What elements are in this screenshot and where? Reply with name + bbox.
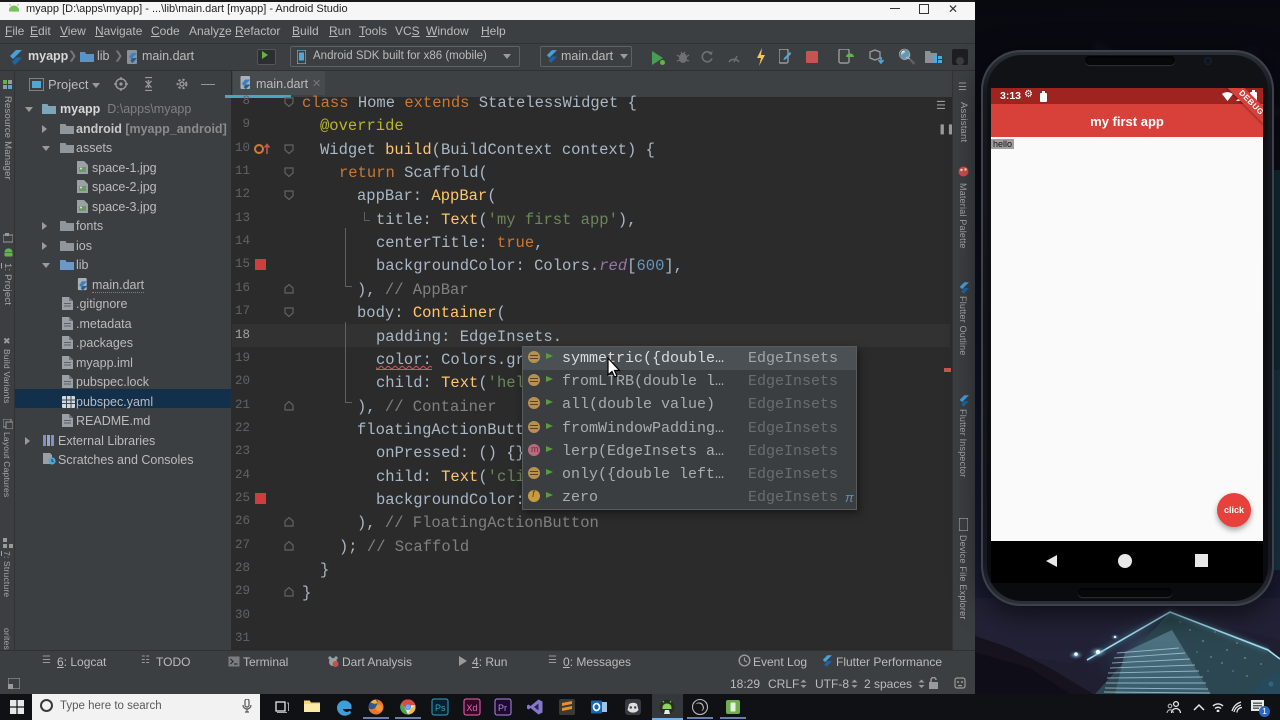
svg-text:Xd: Xd (466, 703, 477, 713)
svg-text:Ps: Ps (435, 703, 446, 713)
svg-text:Pr: Pr (498, 703, 507, 713)
